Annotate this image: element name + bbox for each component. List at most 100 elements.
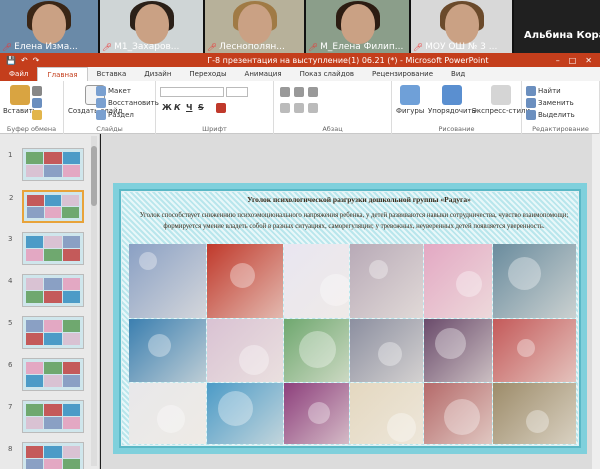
- slide-photo[interactable]: [493, 244, 576, 318]
- tab-0[interactable]: Файл: [0, 67, 38, 81]
- save-icon[interactable]: 💾: [6, 56, 16, 65]
- participant-tile[interactable]: 🎤︎ Леснополян...: [205, 0, 304, 53]
- slide-photo[interactable]: [284, 319, 349, 382]
- italic-button[interactable]: К: [174, 103, 181, 112]
- copy-button[interactable]: [32, 98, 42, 108]
- participant-tile[interactable]: 🎤︎ МОУ ОШ № 3 ...: [411, 0, 512, 53]
- replace-label: Заменить: [538, 99, 574, 107]
- slide-number: 8: [8, 445, 13, 453]
- tab-1[interactable]: Главная: [37, 67, 88, 81]
- slide-photo[interactable]: [424, 319, 492, 382]
- slide-photo[interactable]: [350, 383, 423, 444]
- bold-button[interactable]: Ж: [162, 103, 172, 112]
- slide-number: 5: [8, 319, 13, 327]
- slide-thumbnail[interactable]: 5: [8, 316, 84, 349]
- slide-thumbnail[interactable]: 1: [8, 148, 84, 181]
- thumbnail-photo: [44, 249, 62, 261]
- undo-icon[interactable]: ↶: [21, 56, 28, 65]
- redo-icon[interactable]: ↷: [33, 56, 40, 65]
- slide-photo[interactable]: [207, 383, 283, 444]
- slide-photo[interactable]: [284, 244, 349, 318]
- font-color-button[interactable]: [216, 103, 226, 113]
- thumbnails-scrollbar[interactable]: [91, 136, 97, 466]
- active-speaker-tile[interactable]: Альбина Кораб...: [514, 0, 600, 53]
- slide-photo[interactable]: [284, 383, 349, 444]
- slide-vertical-scrollbar[interactable]: [592, 134, 600, 469]
- thumbnail-photo: [26, 375, 44, 387]
- font-name-combobox[interactable]: [160, 87, 224, 97]
- tab-7[interactable]: Рецензирование: [363, 67, 442, 81]
- shapes-button[interactable]: Фигуры: [396, 85, 424, 115]
- slide-thumbnail[interactable]: 3: [8, 232, 84, 265]
- slide-thumbnail[interactable]: 4: [8, 274, 84, 307]
- slide-photo[interactable]: [493, 383, 576, 444]
- thumbnail-photo: [44, 278, 62, 290]
- indent-button[interactable]: [308, 87, 318, 97]
- underline-button[interactable]: Ч: [186, 103, 192, 112]
- thumbnail-photo: [62, 207, 79, 218]
- slide-body-text[interactable]: Уголок способствует сниженнию психоэмоци…: [131, 211, 577, 233]
- reset-button[interactable]: Восстановить: [96, 98, 159, 108]
- thumbnail-photo: [44, 195, 62, 206]
- photo-object: [148, 334, 171, 357]
- numbering-icon: [294, 87, 304, 97]
- layout-label: Макет: [108, 87, 131, 95]
- section-label: Раздел: [108, 111, 134, 119]
- thumbnail-content: [26, 404, 80, 429]
- maximize-button[interactable]: □: [569, 56, 577, 65]
- align-right-button[interactable]: [308, 103, 318, 113]
- find-button[interactable]: Найти: [526, 86, 561, 96]
- select-button[interactable]: Выделить: [526, 110, 575, 120]
- slide-photo[interactable]: [207, 319, 283, 382]
- slide-thumbnails-pane: 1 2 3 4 5 6 7 8: [0, 134, 100, 469]
- replace-button[interactable]: Заменить: [526, 98, 574, 108]
- thumbnails-scroll-thumb[interactable]: [91, 146, 97, 206]
- slide-photo[interactable]: [350, 244, 423, 318]
- format-painter-button[interactable]: [32, 110, 42, 120]
- participant-tile[interactable]: 🎤︎ М_Елена Филип...: [306, 0, 409, 53]
- slide-editing-area: Уголок психологической разгрузки дошколь…: [101, 134, 600, 469]
- slide-photo[interactable]: [424, 383, 492, 444]
- layout-button[interactable]: Макет: [96, 86, 131, 96]
- tab-6[interactable]: Показ слайдов: [291, 67, 363, 81]
- participant-tile[interactable]: 🎤︎ Елена Изма...: [0, 0, 98, 53]
- cut-button[interactable]: [32, 86, 42, 96]
- slide-photo[interactable]: [350, 319, 423, 382]
- bullets-button[interactable]: [280, 87, 290, 97]
- slide-thumbnail[interactable]: 7: [8, 400, 84, 433]
- thumbnail-photo: [26, 459, 44, 469]
- font-size-combobox[interactable]: [226, 87, 248, 97]
- slide-photo[interactable]: [129, 383, 206, 444]
- speaker-name: Альбина Кораб...: [524, 29, 600, 41]
- photo-object: [508, 257, 541, 290]
- photo-object: [299, 331, 336, 368]
- current-slide[interactable]: Уголок психологической разгрузки дошколь…: [113, 183, 587, 454]
- close-button[interactable]: ✕: [585, 56, 592, 65]
- slide-photo[interactable]: [129, 244, 206, 318]
- strikethrough-button[interactable]: S: [198, 103, 204, 112]
- slides-group-label: Слайды: [96, 125, 123, 133]
- slide-thumbnail[interactable]: 6: [8, 358, 84, 391]
- tab-2[interactable]: Вставка: [88, 67, 136, 81]
- participant-tile[interactable]: 🎤︎ М1_Захаров...: [100, 0, 203, 53]
- align-left-button[interactable]: [280, 103, 290, 113]
- align-center-button[interactable]: [294, 103, 304, 113]
- slide-thumbnail[interactable]: 2: [9, 190, 84, 223]
- slide-photo[interactable]: [493, 319, 576, 382]
- slide-title[interactable]: Уголок психологической разгрузки дошколь…: [229, 195, 489, 204]
- thumbnail-content: [26, 278, 80, 303]
- slide-photo[interactable]: [207, 244, 283, 318]
- slide-photo[interactable]: [129, 319, 206, 382]
- find-label: Найти: [538, 87, 561, 95]
- tab-4[interactable]: Переходы: [180, 67, 235, 81]
- tab-5[interactable]: Анимация: [236, 67, 291, 81]
- slide-thumbnail[interactable]: 8: [8, 442, 84, 469]
- slide-photo[interactable]: [424, 244, 492, 318]
- thumbnail-photo: [44, 152, 62, 164]
- minimize-button[interactable]: –: [556, 56, 560, 65]
- tab-8[interactable]: Вид: [442, 67, 474, 81]
- section-button[interactable]: Раздел: [96, 110, 134, 120]
- arrange-button[interactable]: Упорядочить: [428, 85, 476, 115]
- numbering-button[interactable]: [294, 87, 304, 97]
- tab-3[interactable]: Дизайн: [135, 67, 180, 81]
